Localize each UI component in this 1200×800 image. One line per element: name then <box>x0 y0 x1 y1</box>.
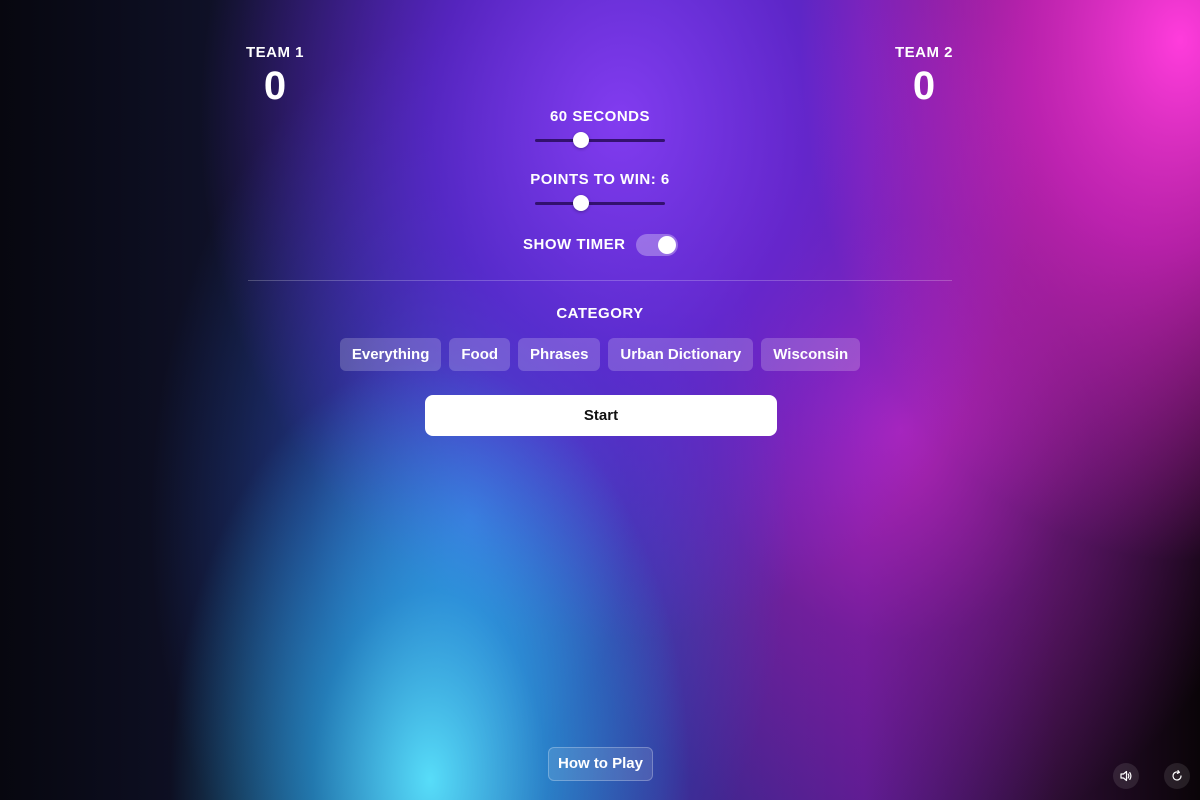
team-1-label: TEAM 1 <box>245 44 304 61</box>
team-1-score: TEAM 1 0 <box>215 44 335 110</box>
category-title: CATEGORY <box>556 305 644 322</box>
points-to-win-slider-thumb[interactable] <box>572 195 589 211</box>
team-2-score: TEAM 2 0 <box>864 44 984 110</box>
category-chip-everything[interactable]: Everything <box>339 338 442 371</box>
start-button[interactable]: Start <box>425 395 777 436</box>
divider <box>248 280 952 281</box>
show-timer-toggle[interactable] <box>636 234 678 256</box>
category-chip-phrases[interactable]: Phrases <box>518 338 601 371</box>
team-1-score-value: 0 <box>263 64 287 108</box>
how-to-play-button[interactable]: How to Play <box>548 747 653 781</box>
category-chip-urban-dictionary[interactable]: Urban Dictionary <box>608 338 754 371</box>
category-options: Everything Food Phrases Urban Dictionary… <box>0 338 1200 371</box>
show-timer-setting: SHOW TIMER <box>500 233 700 257</box>
show-timer-label: SHOW TIMER <box>523 236 626 253</box>
category-chip-wisconsin[interactable]: Wisconsin <box>761 338 861 371</box>
seconds-label: 60 SECONDS <box>549 108 651 125</box>
points-to-win-slider[interactable] <box>535 195 665 211</box>
points-to-win-setting: POINTS TO WIN: 6 <box>500 171 700 211</box>
category-chip-food[interactable]: Food <box>449 338 511 371</box>
seconds-slider-track[interactable] <box>535 139 665 142</box>
sound-button[interactable] <box>1113 763 1139 789</box>
seconds-slider-thumb[interactable] <box>572 132 589 148</box>
seconds-slider[interactable] <box>535 132 665 148</box>
team-2-score-value: 0 <box>912 64 936 108</box>
refresh-icon <box>1172 770 1182 781</box>
team-2-label: TEAM 2 <box>894 44 953 61</box>
points-to-win-label: POINTS TO WIN: 6 <box>530 171 670 188</box>
reset-button[interactable] <box>1164 763 1190 789</box>
show-timer-toggle-knob[interactable] <box>658 236 676 254</box>
seconds-setting: 60 SECONDS <box>500 108 700 148</box>
speaker-icon <box>1120 770 1132 782</box>
points-to-win-slider-track[interactable] <box>535 202 665 205</box>
game-setup-screen: TEAM 1 0 TEAM 2 0 60 SECONDS POINTS TO W… <box>0 0 1200 800</box>
